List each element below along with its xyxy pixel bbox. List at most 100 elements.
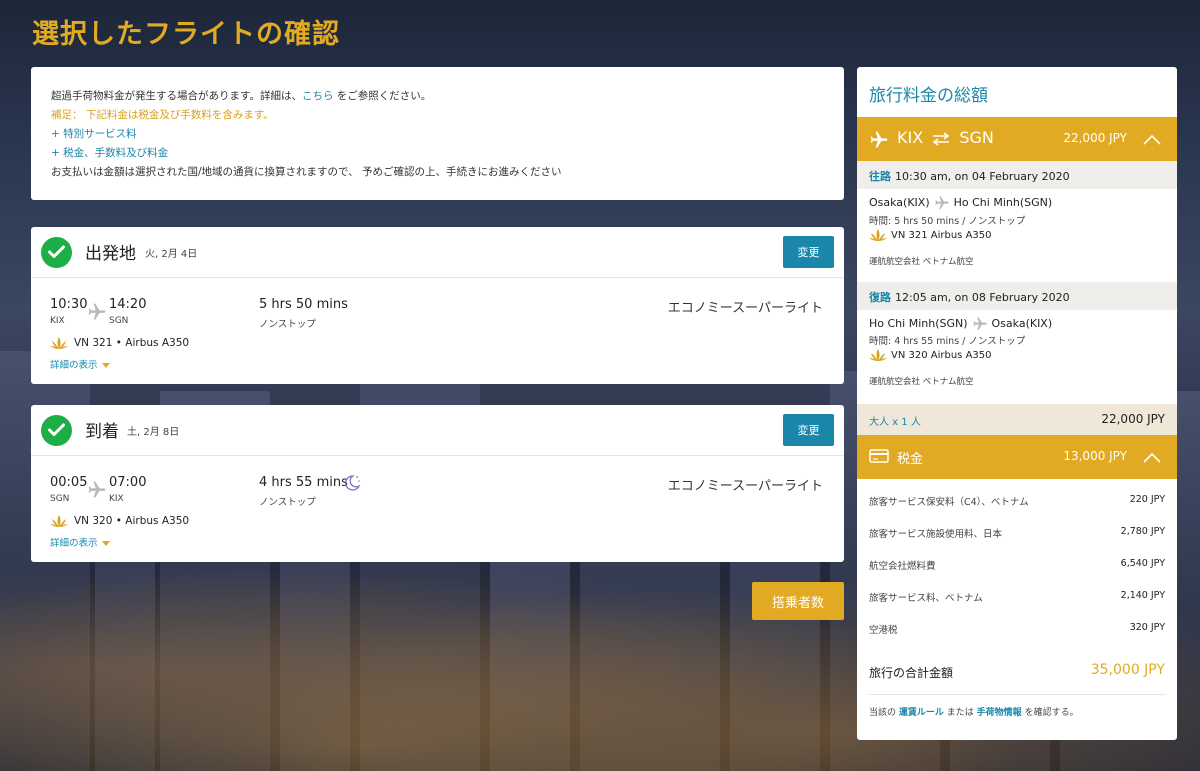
plane-icon: [88, 481, 106, 498]
route-origin: Ho Chi Minh(SGN): [869, 317, 968, 330]
flight-text: VN 320 Airbus A350: [891, 350, 992, 361]
tax-item-name: 旅客サービス保安料（C4）、ベトナム: [869, 497, 1029, 508]
passengers-button[interactable]: 搭乗者数: [752, 582, 844, 620]
route-destination: Osaka(KIX): [991, 317, 1053, 330]
adult-fare-row: 大人 x 1 人 22,000 JPY: [857, 404, 1177, 435]
chevron-up-icon[interactable]: [1143, 131, 1161, 149]
details-toggle[interactable]: 詳細の表示: [50, 535, 110, 549]
baggage-info-link[interactable]: 手荷物情報: [977, 708, 1022, 718]
segment-header: 到着 土, 2月 8日 変更: [31, 405, 844, 456]
segment-body: 10:30 14:20 KIX SGN 5 hrs 50 mins ノンストップ…: [31, 278, 844, 383]
change-button[interactable]: 変更: [783, 236, 834, 268]
stops: ノンストップ: [259, 497, 316, 508]
plane-icon: [972, 317, 987, 330]
lotus-logo-icon: [869, 229, 887, 241]
outbound-operator: 運航航空会社 ベトナム航空: [869, 257, 974, 267]
segment-title: 出発地: [85, 244, 136, 264]
total-row: 旅行の合計金額 35,000 JPY: [869, 662, 1165, 695]
segment-body: 00:05 07:00 SGN KIX 4 hrs 55 mins ノンストップ…: [31, 456, 844, 561]
tax-fee-link[interactable]: + 税金、手数料及び料金: [51, 144, 824, 163]
lotus-logo-icon: [50, 515, 68, 527]
inbound-route: Ho Chi Minh(SGN) Osaka(KIX): [869, 316, 1052, 332]
route-to: SGN: [959, 128, 994, 147]
fare-summary-card: 旅行料金の総額 KIX SGN 22,000 JPY 往路 10:30 am, o…: [857, 67, 1177, 740]
summary-title: 旅行料金の総額: [869, 86, 988, 106]
footer-note: 当該の 運賃ルール または 手荷物情報 を確認する。: [869, 705, 1079, 718]
adult-label: 大人 x 1 人: [869, 417, 921, 428]
flight-text: VN 321 Airbus A350: [891, 230, 992, 241]
foot-text: を確認する。: [1024, 708, 1079, 718]
flight-number: VN 320: [74, 515, 113, 527]
arrival-airport: SGN: [109, 316, 129, 326]
tax-bar[interactable]: 税金 13,000 JPY: [857, 435, 1177, 479]
duration: 5 hrs 50 mins: [259, 297, 348, 312]
tax-item: 航空会社燃料費 6,540 JPY: [869, 558, 1165, 572]
lotus-logo-icon: [50, 337, 68, 349]
inbound-operator: 運航航空会社 ベトナム航空: [869, 377, 974, 387]
baggage-fee-link[interactable]: こちら: [302, 90, 334, 102]
tax-item-name: 旅客サービス施設使用料、日本: [869, 529, 1003, 540]
check-icon: [41, 237, 72, 268]
aircraft: Airbus A350: [125, 515, 190, 527]
swap-arrows-icon: [932, 131, 950, 146]
tax-item-name: 航空会社燃料費: [869, 561, 936, 572]
outbound-header: 往路 10:30 am, on 04 February 2020: [857, 161, 1177, 189]
adult-amount: 22,000 JPY: [1101, 412, 1165, 426]
inbound-flight: VN 320 Airbus A350: [869, 349, 992, 361]
overnight-moon-icon: [345, 475, 361, 491]
route-destination: Ho Chi Minh(SGN): [953, 196, 1053, 209]
outbound-time: 時間: 5 hrs 50 mins / ノンストップ: [869, 216, 1026, 227]
inbound-header: 復路 12:05 am, on 08 February 2020: [857, 282, 1177, 310]
credit-card-icon: [869, 449, 889, 463]
check-icon: [41, 415, 72, 446]
arrival-airport: KIX: [109, 494, 124, 504]
flight-number: VN 321: [74, 337, 113, 349]
total-amount: 35,000 JPY: [1090, 662, 1165, 678]
notice-card: 超過手荷物料金が発生する場合があります。詳細は、こちら をご参照ください。 補足…: [31, 67, 844, 200]
tax-label: 税金: [897, 452, 924, 467]
total-label: 旅行の合計金額: [869, 666, 954, 680]
stops: ノンストップ: [259, 319, 316, 330]
tax-item: 空港税 320 JPY: [869, 622, 1165, 636]
tax-item-value: 2,140 JPY: [1120, 590, 1165, 601]
departure-time: 10:30: [50, 297, 88, 312]
tax-item: 旅客サービス料、ベトナム 2,140 JPY: [869, 590, 1165, 604]
segment-date: 土, 2月 8日: [127, 427, 180, 438]
chevron-up-icon[interactable]: [1143, 449, 1161, 467]
outbound-when: 10:30 am, on 04 February 2020: [895, 170, 1070, 183]
segment-title: 到着: [85, 422, 119, 442]
tax-item-name: 空港税: [869, 625, 898, 636]
plane-icon: [870, 131, 888, 148]
aircraft: Airbus A350: [125, 337, 190, 349]
notice-text: 超過手荷物料金が発生する場合があります。詳細は、: [51, 90, 302, 102]
route-label: KIX SGN: [897, 128, 994, 147]
departure-airport: SGN: [50, 494, 70, 504]
tax-item-value: 320 JPY: [1129, 622, 1165, 633]
inbound-time: 時間: 4 hrs 55 mins / ノンストップ: [869, 336, 1026, 347]
route-from: KIX: [897, 128, 924, 147]
route-fare-bar[interactable]: KIX SGN 22,000 JPY: [857, 117, 1177, 161]
foot-text: 当該の: [869, 708, 897, 718]
route-amount: 22,000 JPY: [1063, 131, 1127, 145]
plane-icon: [88, 303, 106, 320]
special-service-fee-link[interactable]: + 特別サービス料: [51, 125, 824, 144]
inbound-when: 12:05 am, on 08 February 2020: [895, 291, 1070, 304]
foot-text: または: [946, 708, 974, 718]
segment-departure: 出発地 火, 2月 4日 変更 10:30 14:20 KIX SGN 5 hr…: [31, 227, 844, 384]
details-toggle[interactable]: 詳細の表示: [50, 357, 110, 371]
outbound-route: Osaka(KIX) Ho Chi Minh(SGN): [869, 195, 1052, 211]
segment-date: 火, 2月 4日: [145, 249, 198, 260]
tax-item-value: 2,780 JPY: [1120, 526, 1165, 537]
outbound-label: 往路: [869, 170, 891, 183]
fare-rules-link[interactable]: 運賃ルール: [899, 708, 944, 718]
tax-item: 旅客サービス保安料（C4）、ベトナム 220 JPY: [869, 494, 1165, 508]
flight-info: VN 321 • Airbus A350: [50, 337, 189, 349]
departure-time: 00:05: [50, 475, 88, 490]
flight-info: VN 320 • Airbus A350: [50, 515, 189, 527]
change-button[interactable]: 変更: [783, 414, 834, 446]
tax-item-value: 6,540 JPY: [1120, 558, 1165, 569]
page-title: 選択したフライトの確認: [32, 19, 340, 50]
arrival-time: 07:00: [109, 475, 147, 490]
caret-down-icon: [101, 541, 110, 546]
inbound-label: 復路: [869, 291, 891, 304]
